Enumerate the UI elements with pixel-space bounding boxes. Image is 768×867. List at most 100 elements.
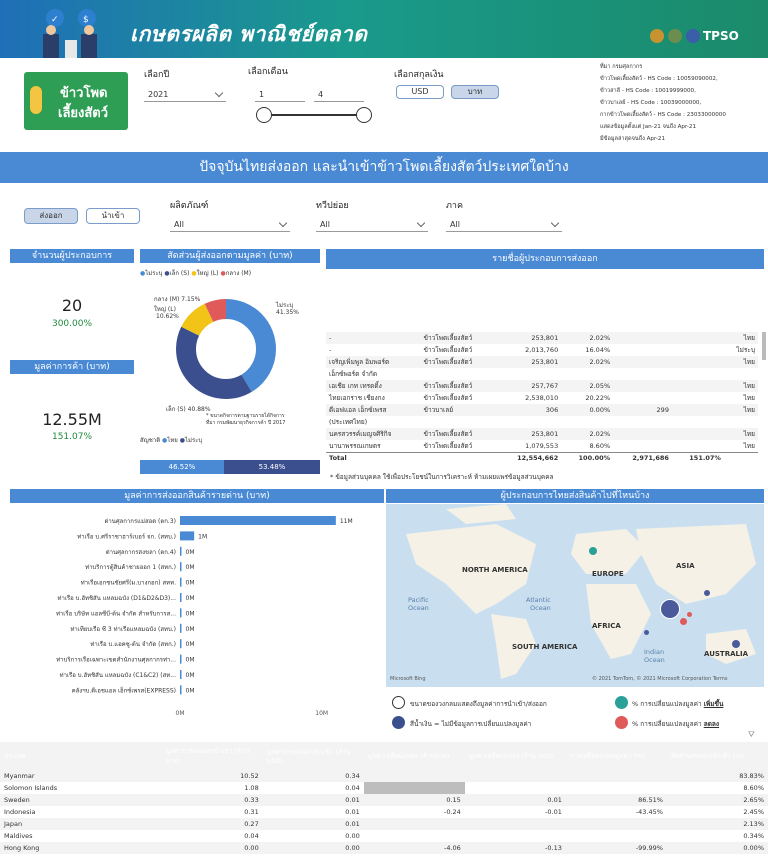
filter-icon[interactable]: ⛛: [748, 730, 755, 740]
export-toggle-button[interactable]: ส่งออก: [24, 208, 78, 224]
country-table-header-cell[interactable]: ประเทศ: [0, 742, 162, 770]
port-category-label: ท่าเรือเอกชนชัยศรี(ม.บางกอก) สทท.: [81, 579, 176, 587]
country-row[interactable]: Indonesia 0.31 0.01 -0.24 -0.01 -43.45% 2.45%: [0, 806, 768, 818]
country-cell: [364, 830, 465, 842]
currency-thb-button[interactable]: บาท: [451, 85, 499, 99]
country-cell: 0.34%: [743, 832, 764, 840]
port-category-label: ด่านศุลกากรสงขลา (ตก.4): [106, 549, 176, 556]
operator-cell: [613, 428, 672, 440]
port-value-label: 1M: [198, 533, 207, 540]
source-line: ที่มา กรมศุลกากร: [600, 64, 643, 70]
operator-row[interactable]: เจริญเพิ่มพูล อิมพอร์ต ข้าวโพดเลี้ยงสัตว์…: [326, 356, 758, 368]
country-table-header-cell[interactable]: มูลค่าการส่งออก/นำเข้า (ล้าน USD): [262, 742, 364, 770]
port-category-label: ท่าเรือ บ.ฮัทชิสัน แหลมฉบัง (C1&C2) (สท.…: [60, 671, 176, 679]
map-bubble-hongkong[interactable]: [687, 612, 692, 617]
source-info: ที่มา กรมศุลกากร ข้าวโพดเลี้ยงสัตว์ - HS…: [600, 61, 765, 145]
month-from-input[interactable]: 1: [255, 88, 305, 102]
port-bar[interactable]: [180, 623, 182, 633]
port-value-label: 0M: [186, 564, 195, 571]
port-bar[interactable]: [180, 546, 182, 556]
port-bar[interactable]: [180, 516, 336, 525]
port-value-label: 0M: [186, 610, 195, 617]
port-bar[interactable]: [180, 639, 182, 649]
operator-cell: [496, 368, 561, 380]
month-to-input[interactable]: 4: [314, 88, 364, 102]
map-bubble-japan[interactable]: [704, 590, 710, 596]
operator-cell: [613, 392, 672, 404]
import-toggle-button[interactable]: นำเข้า: [86, 208, 140, 224]
operator-total-row[interactable]: Total 12,554,662 100.00% 2,971,686 151.07%: [326, 452, 758, 464]
continent-slicer-dropdown[interactable]: All: [316, 218, 428, 232]
chevron-down-icon: [278, 218, 288, 228]
port-bar[interactable]: [180, 577, 182, 587]
country-row[interactable]: Sweden 0.33 0.01 0.15 0.01 86.51% 2.65%: [0, 794, 768, 806]
operators-count: 20: [61, 296, 83, 315]
operator-row[interactable]: นานาพรรณเกษตร ข้าวโพดเลี้ยงสัตว์ 1,079,553…: [326, 440, 758, 452]
donut-legend: ●ไม่ระบุ ●เล็ก (S) ●ใหญ่ (L) ●กลาง (M): [140, 268, 320, 278]
red-legend-bold: ลดลง: [703, 720, 720, 728]
port-bar[interactable]: [180, 670, 182, 679]
country-table-header-cell[interactable]: การเปลี่ยนแปลงมูลค่า (%): [565, 742, 667, 770]
country-row[interactable]: Myanmar 10.52 0.34 83.83%: [0, 770, 768, 782]
region-slicer-dropdown[interactable]: All: [446, 218, 562, 232]
operator-cell: [613, 380, 672, 392]
port-bar[interactable]: [180, 562, 182, 572]
operator-note: * ข้อมูลส่วนบุคคล ใช้เพื่อประโยชน์ในการว…: [330, 473, 554, 481]
country-row[interactable]: Hong Kong 0.00 0.00 -4.06 -0.13 -99.99% 0.00%: [0, 842, 768, 854]
map-bubble-myanmar[interactable]: [660, 599, 680, 619]
operator-cell: 2,538,010: [525, 394, 559, 402]
year-dropdown[interactable]: 2021: [144, 88, 226, 102]
operator-row[interactable]: (ประเทศไทย): [326, 416, 758, 428]
currency-usd-button[interactable]: USD: [396, 85, 444, 99]
country-table-header-cell[interactable]: มูลค่าเปลี่ยนแปลง (ล้านบาท): [363, 742, 465, 770]
port-bar[interactable]: [180, 608, 182, 618]
port-category-label: คลังฯบ.ดีเอชแอล เอ็กซ์เพรส(EXPRESS): [72, 685, 176, 694]
port-bar[interactable]: [180, 685, 182, 695]
operator-row[interactable]: นครสวรรค์เมญจศิริกิจ ข้าวโพดเลี้ยงสัตว์ 25…: [326, 428, 758, 440]
port-bar[interactable]: [180, 531, 195, 541]
trade-value: 12.55M: [42, 410, 102, 429]
operator-row[interactable]: เอเชีย เกท เทรดดิ้ง ข้าวโพดเลี้ยงสัตว์ 257…: [326, 380, 758, 392]
operator-row[interactable]: - ข้าวโพดเลี้ยงสัตว์ 2,013,760 16.04% ไม่ระบ…: [326, 344, 758, 356]
operator-cell: [724, 452, 758, 464]
country-table-header-cell[interactable]: มูลค่าเปลี่ยนแปลง (ล้าน USD): [464, 742, 566, 770]
product-name-line2: เลี้ยงสัตว์: [58, 106, 109, 121]
country-cell: 10.52: [161, 770, 263, 782]
country-row[interactable]: Solomon Islands 1.08 0.04 8.60%: [0, 782, 768, 794]
world-map[interactable]: NORTH AMERICA EUROPE ASIA Pacific Ocean …: [386, 504, 764, 687]
country-table-header-cell[interactable]: สัดส่วนส่งออก/นำเข้า (%): [666, 742, 768, 770]
map-brand: Microsoft Bing: [390, 676, 426, 682]
operator-cell: [672, 428, 724, 440]
product-slicer-dropdown[interactable]: All: [170, 218, 290, 232]
size-legend-text: ขนาดของวงกลมแสดงถึงมูลค่าการนำเข้า/ส่งออ…: [410, 700, 547, 708]
country-row[interactable]: Maldives 0.04 0.00 0.34%: [0, 830, 768, 842]
donut-label-na-value: 41.35%: [276, 309, 299, 316]
map-title: ผู้ประกอบการไทยส่งสินค้าไปที่ไหนบ้าง: [386, 489, 764, 503]
port-bar[interactable]: [180, 593, 182, 602]
port-bar[interactable]: [180, 654, 182, 664]
country-cell: 1.08: [244, 784, 259, 792]
operator-cell: 100.00%: [578, 454, 611, 463]
operator-cell: 16.04%: [585, 346, 611, 354]
map-bubble-indonesia[interactable]: [680, 618, 687, 625]
operator-cell: 253,801: [531, 334, 559, 342]
month-slider-handle-start[interactable]: [256, 107, 272, 123]
country-table-header-cell[interactable]: มูลค่าการส่งออก/นำเข้า (ล้านบาท): [161, 742, 263, 770]
operator-row[interactable]: เอ็กซ์พอร์ต จำกัด: [326, 368, 758, 380]
country-row[interactable]: Japan 0.27 0.01 2.13%: [0, 818, 768, 830]
map-bubble-sweden[interactable]: [589, 547, 597, 555]
operator-row[interactable]: ไทยเอกราช เชียงกง ข้าวโพดเลี้ยงสัตว์ 2,538…: [326, 392, 758, 404]
map-bubble-solomon[interactable]: [732, 640, 740, 648]
month-slider-handle-end[interactable]: [356, 107, 372, 123]
operator-row[interactable]: - ข้าวโพดเลี้ยงสัตว์ 253,801 2.02% ไทย: [326, 332, 758, 344]
chevron-down-icon: [214, 88, 224, 98]
chevron-down-icon: [416, 218, 426, 228]
operator-cell: [561, 416, 613, 428]
operator-cell: [613, 440, 672, 452]
operator-cell: [672, 416, 724, 428]
operator-row[interactable]: ดีเอฟแอล เอ็กซ์เพรส ข้าวบาเลย์ 306 0.00% 299…: [326, 404, 758, 416]
map-bubble-maldives[interactable]: [644, 630, 649, 635]
legend-item: ใหญ่ (L): [196, 270, 219, 277]
operator-table-scrollbar[interactable]: [762, 332, 766, 360]
operator-cell: -: [329, 346, 332, 354]
